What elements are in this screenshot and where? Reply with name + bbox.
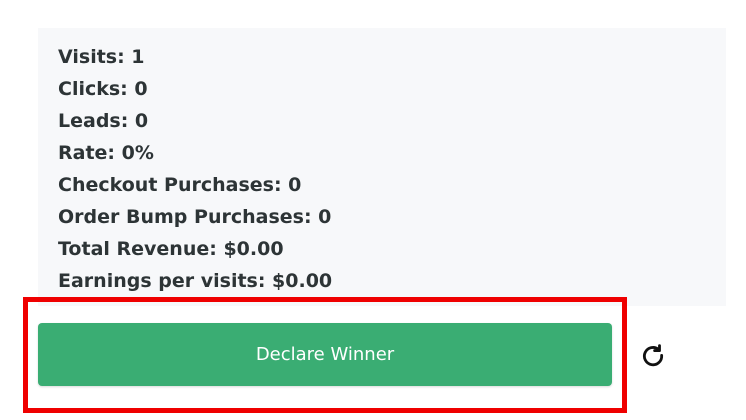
declare-winner-button[interactable]: Declare Winner [38,323,612,386]
stat-leads: Leads: 0 [58,110,149,132]
stat-total-revenue: Total Revenue: $0.00 [58,238,284,260]
refresh-icon [642,344,664,367]
variant-stats-panel: Visits: 1 Clicks: 0 Leads: 0 Rate: 0% Ch… [38,28,726,306]
stat-order-bump-purchases: Order Bump Purchases: 0 [58,206,332,228]
refresh-button[interactable] [638,341,668,371]
stat-clicks: Clicks: 0 [58,78,148,100]
stat-visits: Visits: 1 [58,46,145,68]
stat-earnings-per-visits: Earnings per visits: $0.00 [58,270,333,292]
stats-list: Visits: 1 Clicks: 0 Leads: 0 Rate: 0% Ch… [58,41,332,297]
stat-rate: Rate: 0% [58,142,154,164]
stat-checkout-purchases: Checkout Purchases: 0 [58,174,302,196]
